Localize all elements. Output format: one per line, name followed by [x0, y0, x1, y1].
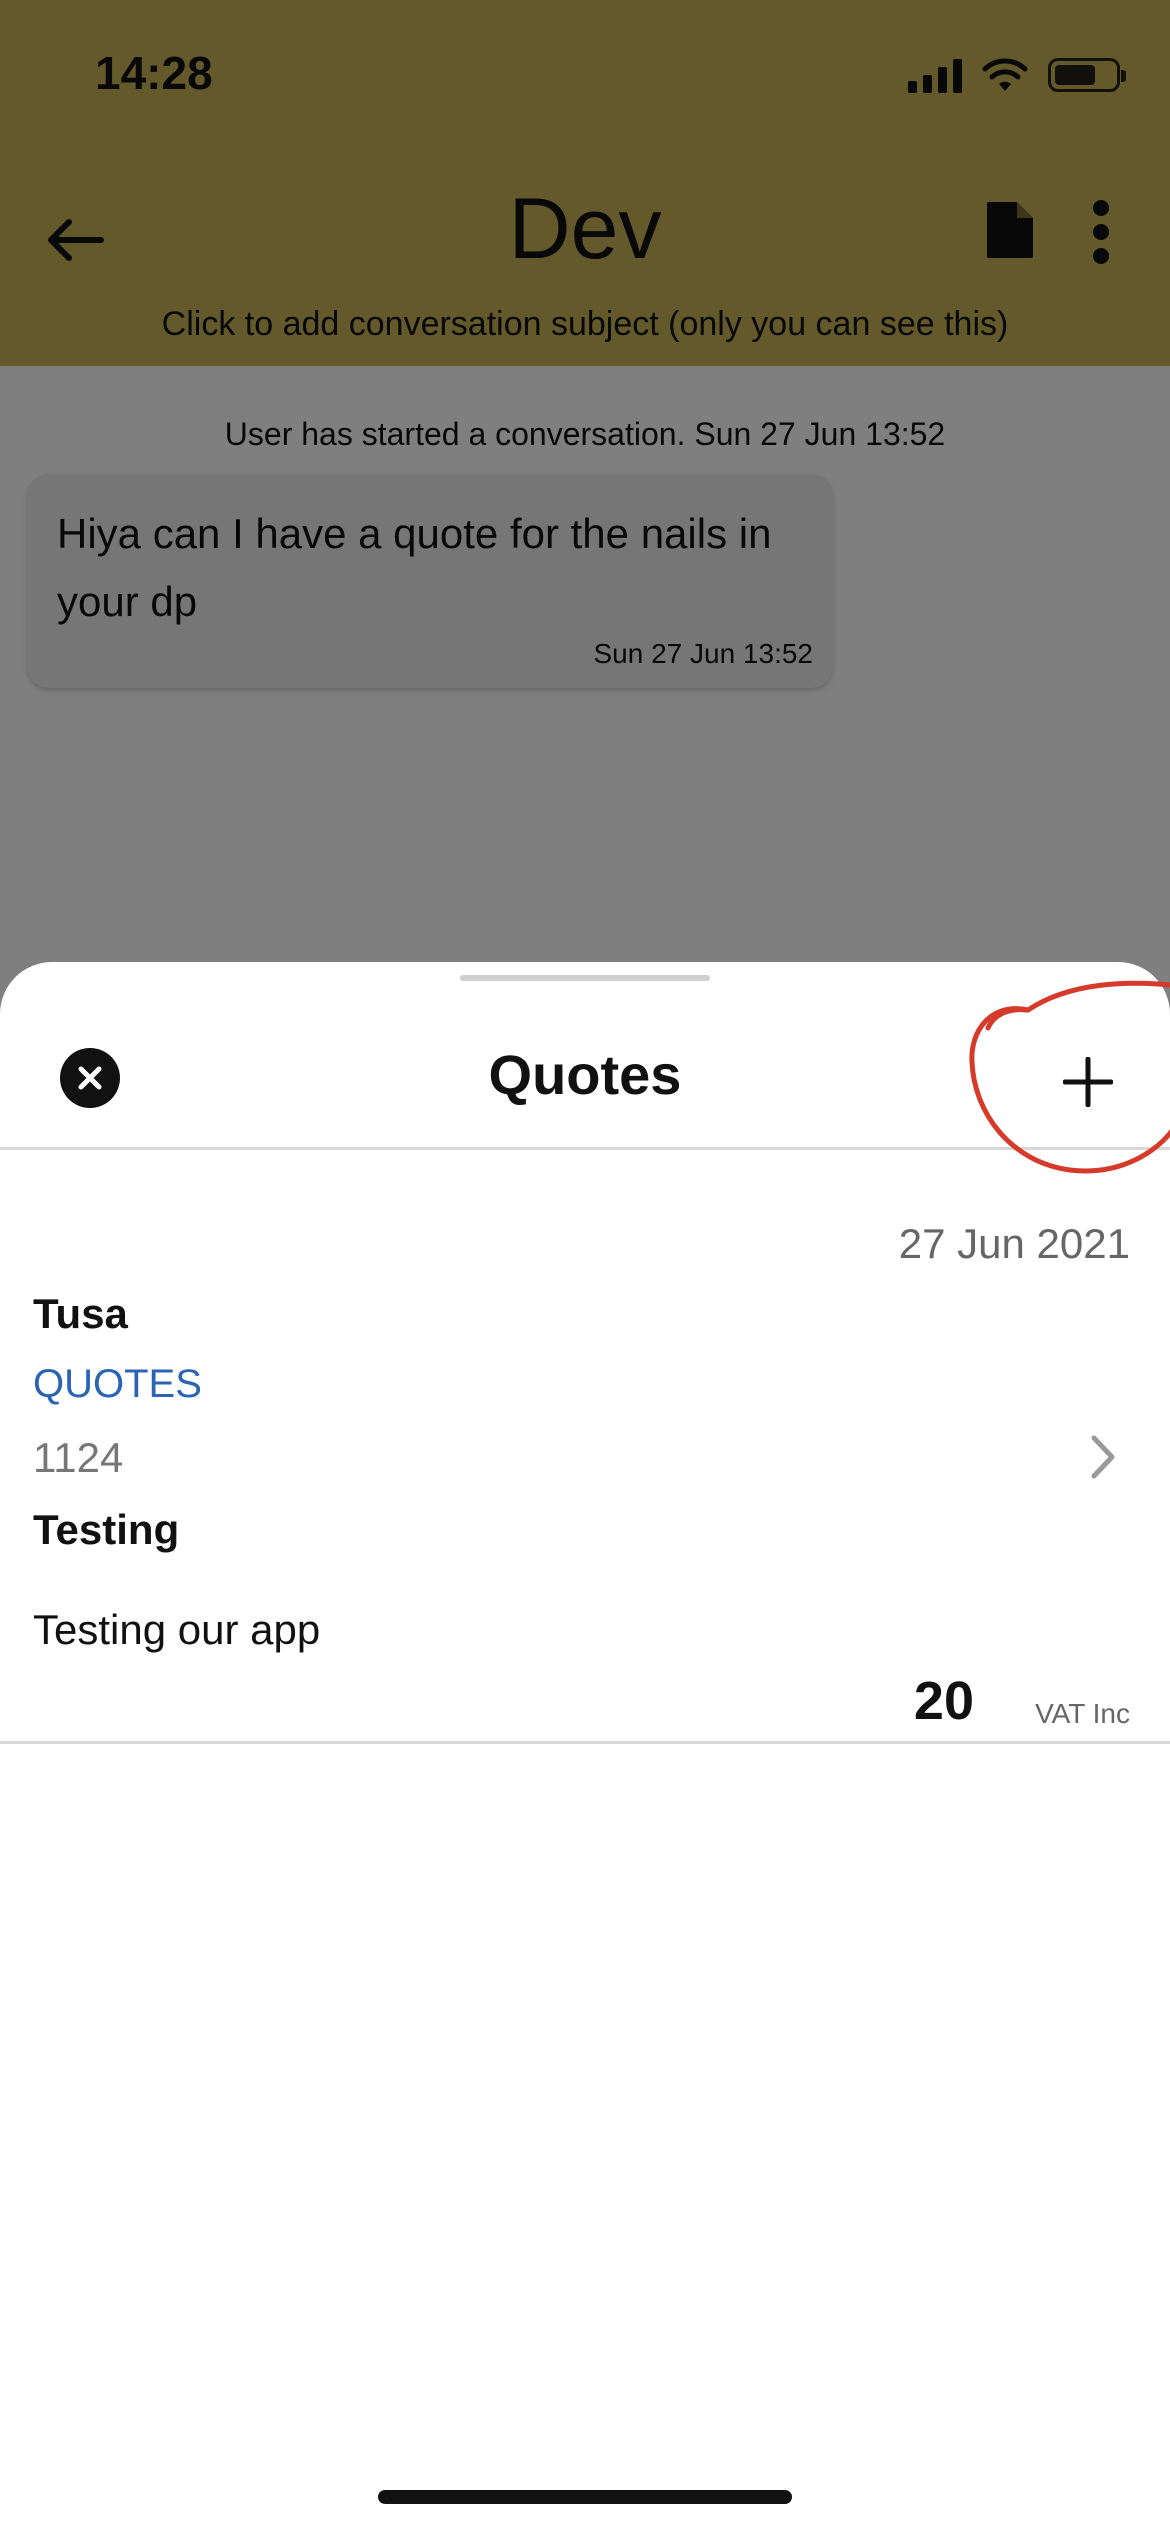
quotes-sheet: Quotes 27 Jun 2021 Tusa QUOTES 1124 Test… — [0, 962, 1170, 2532]
quote-type: QUOTES — [33, 1362, 202, 1406]
home-indicator[interactable] — [378, 2490, 792, 2504]
quote-date: 27 Jun 2021 — [898, 1220, 1130, 1267]
quote-number: 1124 — [33, 1434, 124, 1481]
plus-icon — [1063, 1057, 1113, 1107]
sheet-header: Quotes — [0, 962, 1170, 1150]
quote-amount: 20 — [913, 1671, 974, 1731]
quote-vat-label: VAT Inc — [1035, 1698, 1130, 1729]
sheet-title: Quotes — [488, 1043, 682, 1106]
quote-description: Testing our app — [33, 1606, 321, 1653]
quote-customer: Tusa — [33, 1290, 128, 1337]
chevron-right-icon — [1091, 1435, 1115, 1479]
quote-subject: Testing — [33, 1506, 180, 1553]
quote-list-item[interactable]: 27 Jun 2021 Tusa QUOTES 1124 Testing Tes… — [0, 1150, 1170, 1744]
add-quote-button[interactable] — [1050, 1044, 1126, 1120]
